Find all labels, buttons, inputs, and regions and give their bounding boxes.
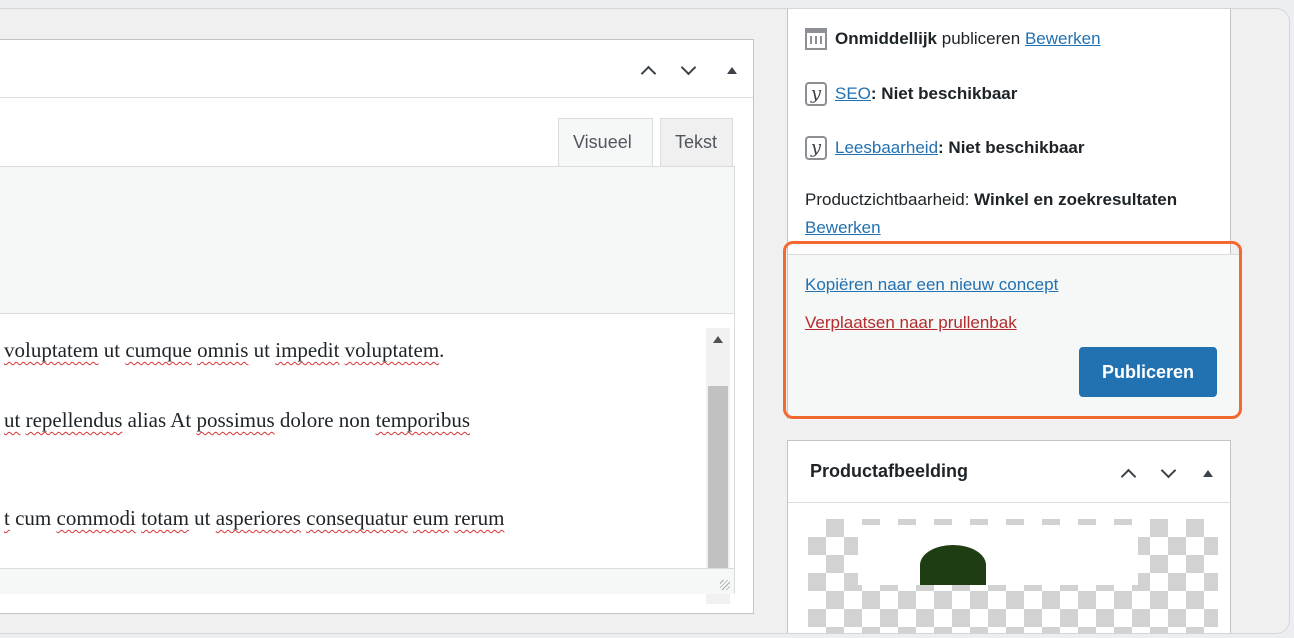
- collapse-triangle-icon: [727, 66, 737, 74]
- chevron-down-icon: [680, 59, 696, 75]
- editor-scrollbar[interactable]: [706, 328, 730, 604]
- editor-box-header: [0, 40, 753, 98]
- content-line-3: t cum commodi totam ut asperiores conseq…: [4, 506, 505, 530]
- yoast-icon: y: [805, 136, 827, 160]
- product-image-box: Productafbeelding: [787, 440, 1231, 633]
- product-visibility-row: Productzichtbaarheid: Winkel en zoekresu…: [805, 190, 1178, 237]
- product-image-white-area: [858, 525, 1138, 585]
- publish-button[interactable]: Publiceren: [1079, 347, 1217, 397]
- chevron-up-icon: [1120, 468, 1136, 484]
- move-up-button[interactable]: [1116, 461, 1140, 485]
- publish-actions: Kopiëren naar een nieuw concept Verplaat…: [788, 254, 1240, 420]
- seo-link[interactable]: SEO: [835, 84, 871, 103]
- edit-visibility-link[interactable]: Bewerken: [805, 218, 881, 237]
- toggle-panel-button[interactable]: [720, 58, 744, 82]
- move-up-button[interactable]: [636, 58, 660, 82]
- readability-row: y Leesbaarheid: Niet beschikbaar: [805, 136, 1084, 160]
- edit-schedule-link[interactable]: Bewerken: [1025, 29, 1101, 48]
- chevron-down-icon: [1160, 462, 1176, 478]
- content-line-2: ut repellendus alias At possimus dolore …: [4, 408, 471, 432]
- wp-admin-frame: Visueel Tekst voluptatem ut cumque omnis…: [0, 8, 1290, 634]
- publish-schedule-row: Onmiddellijk publiceren Bewerken: [805, 28, 1101, 50]
- content-line-1: voluptatem ut cumque omnis ut impedit vo…: [4, 338, 445, 362]
- scrollbar-thumb[interactable]: [708, 386, 728, 580]
- resize-handle-icon[interactable]: [720, 580, 730, 590]
- yoast-icon: y: [805, 82, 827, 106]
- chevron-up-icon: [640, 65, 656, 81]
- toggle-panel-button[interactable]: [1196, 461, 1220, 485]
- scroll-up-arrow-icon[interactable]: [713, 336, 723, 343]
- move-down-button[interactable]: [1156, 461, 1180, 485]
- editor-content[interactable]: voluptatem ut cumque omnis ut impedit vo…: [0, 288, 735, 568]
- editor-status-bar: [0, 568, 735, 594]
- seo-row: y SEO: Niet beschikbaar: [805, 82, 1017, 106]
- copy-to-draft-link[interactable]: Kopiëren naar een nieuw concept: [805, 275, 1058, 295]
- tab-text[interactable]: Tekst: [660, 118, 733, 166]
- move-to-trash-link[interactable]: Verplaatsen naar prullenbak: [805, 313, 1017, 333]
- publish-box: Onmiddellijk publiceren Bewerken y SEO: …: [787, 9, 1240, 420]
- product-image-subject: [920, 545, 986, 585]
- calendar-icon: [805, 28, 827, 50]
- clipped-text-line: [0, 288, 734, 314]
- product-image-header: Productafbeelding: [788, 441, 1230, 503]
- product-image-title: Productafbeelding: [810, 461, 969, 481]
- tab-visual[interactable]: Visueel: [558, 118, 653, 166]
- collapse-triangle-icon: [1203, 469, 1213, 477]
- editor-tabs: Visueel Tekst: [0, 98, 753, 166]
- product-description-box: Visueel Tekst voluptatem ut cumque omnis…: [0, 39, 754, 614]
- move-down-button[interactable]: [676, 58, 700, 82]
- readability-link[interactable]: Leesbaarheid: [835, 138, 938, 157]
